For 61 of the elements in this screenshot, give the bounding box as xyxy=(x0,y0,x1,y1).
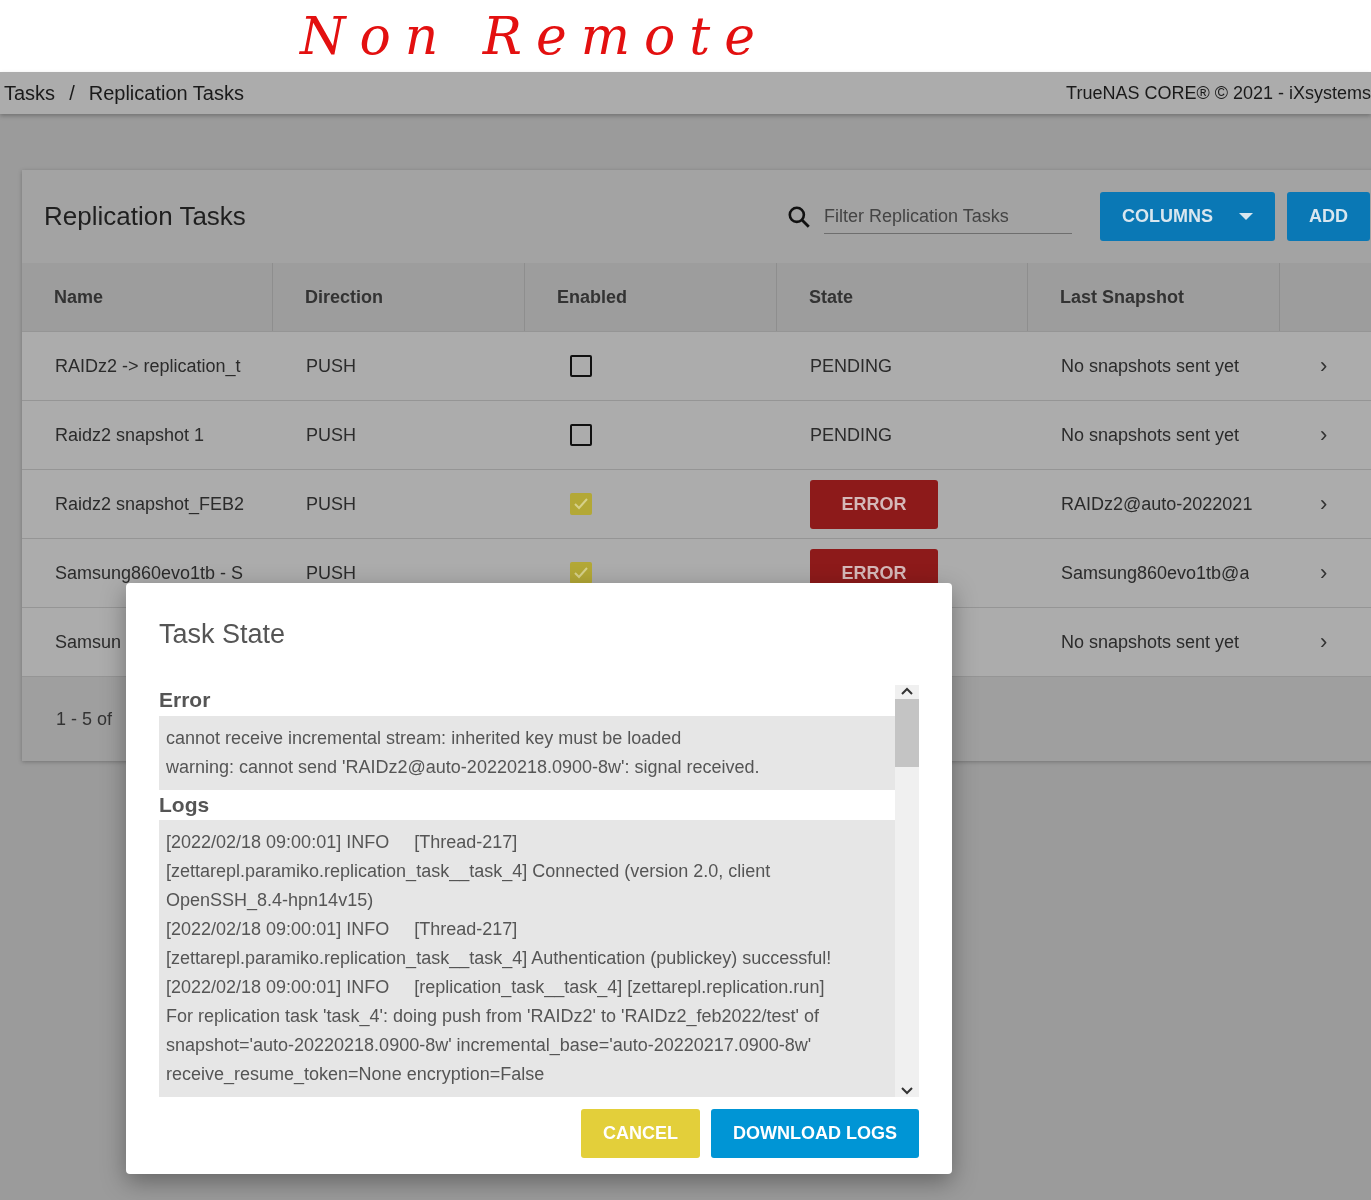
breadcrumb-link[interactable]: Tasks xyxy=(4,81,56,105)
table-cell: RAIDz2 -> replication_t xyxy=(55,355,241,377)
table-row[interactable]: Raidz2 snapshot_FEB2 PUSH ERROR RAIDz2@auto-2022021 › xyxy=(22,469,1371,538)
check-icon xyxy=(574,498,588,510)
log-line: receive_resume_token=None encryption=False xyxy=(166,1063,546,1087)
table-row[interactable]: RAIDz2 -> replication_t PUSH PENDING No snapshots sent yet › xyxy=(22,331,1371,400)
scroll-down-icon[interactable] xyxy=(901,1087,913,1095)
expand-chevron[interactable]: › xyxy=(1280,560,1328,585)
pagination-text: 1 - 5 of xyxy=(56,708,113,730)
expand-chevron[interactable]: › xyxy=(1280,422,1328,447)
columns-button[interactable]: COLUMNS xyxy=(1100,192,1275,241)
download-logs-button[interactable]: DOWNLOAD LOGS xyxy=(711,1109,919,1158)
dropdown-caret-icon xyxy=(1239,212,1253,221)
enabled-checkbox[interactable] xyxy=(570,493,592,515)
card-title: Replication Tasks xyxy=(44,201,247,232)
log-line: snapshot='auto-20220218.0900-8w' incremental_base='auto-20220217.0900-8w' xyxy=(166,1034,813,1058)
enabled-checkbox[interactable] xyxy=(570,355,592,377)
section-heading: Error xyxy=(159,687,212,714)
expand-chevron[interactable]: › xyxy=(1280,629,1328,654)
table-cell: Samsung860evo1tb - S xyxy=(55,562,244,584)
expand-chevron[interactable]: › xyxy=(1280,353,1328,378)
table-cell: PUSH xyxy=(306,355,356,377)
table-cell: PENDING xyxy=(810,424,892,446)
table-cell: No snapshots sent yet xyxy=(1061,631,1240,653)
table-cell: No snapshots sent yet xyxy=(1061,355,1240,377)
expand-chevron[interactable]: › xyxy=(1280,491,1328,516)
table-cell: Samsun xyxy=(55,631,122,653)
log-line: [2022/02/18 09:00:01] INFO [Thread-217] xyxy=(166,831,519,854)
section-heading: Logs xyxy=(159,791,211,818)
error-state-button[interactable]: ERROR xyxy=(810,479,938,529)
table-row[interactable]: Raidz2 snapshot 1 PUSH PENDING No snapshots sent yet › xyxy=(22,400,1371,469)
copyright-text: TrueNAS CORE® © 2021 - iXsystems xyxy=(1066,82,1371,104)
table-cell: PUSH xyxy=(306,562,356,584)
breadcrumb-separator: / xyxy=(69,81,75,105)
error-line: cannot receive incremental stream: inherited key must be loaded xyxy=(166,726,683,750)
table-cell: PUSH xyxy=(306,493,356,515)
log-line: For replication task 'task_4': doing push from 'RAIDz2' to 'RAIDz2_feb2022/test' of xyxy=(166,1005,820,1029)
log-line: [zettarepl.paramiko.replication_task__task_4] Authentication (publickey) successful! xyxy=(166,947,833,971)
scroll-up-icon[interactable] xyxy=(901,687,913,695)
enabled-checkbox[interactable] xyxy=(570,562,592,584)
log-line: OpenSSH_8.4-hpn14v15) xyxy=(166,889,375,913)
log-line: [2022/02/18 09:00:01] INFO [Thread-217] xyxy=(166,918,519,941)
table-cell: PENDING xyxy=(810,355,892,377)
enabled-checkbox[interactable] xyxy=(570,424,592,446)
table-cell: Raidz2 snapshot_FEB2 xyxy=(55,493,245,515)
dialog-title: Task State xyxy=(159,619,287,650)
scrollbar[interactable] xyxy=(895,685,919,1097)
add-button[interactable]: ADD xyxy=(1287,192,1370,241)
search-field[interactable]: Filter Replication Tasks xyxy=(824,199,1072,234)
table-cell: Samsung860evo1tb@a xyxy=(1061,562,1250,584)
log-line: [2022/02/18 09:00:01] INFO [replication_task__task_4] [zettarepl.replication.run] xyxy=(166,976,826,1000)
log-line: [zettarepl.paramiko.replication_task__task_4] Connected (version 2.0, client xyxy=(166,860,772,884)
table-cell: Raidz2 snapshot 1 xyxy=(55,424,205,446)
scroll-thumb[interactable] xyxy=(895,699,919,767)
table-cell: No snapshots sent yet xyxy=(1061,424,1240,446)
table-cell: RAIDz2@auto-2022021 xyxy=(1061,493,1253,515)
handwritten-annotation: Non Remote xyxy=(300,6,770,66)
check-icon xyxy=(574,567,588,579)
table-cell: PUSH xyxy=(306,424,356,446)
breadcrumb-link[interactable]: Replication Tasks xyxy=(88,81,244,105)
error-line: warning: cannot send 'RAIDz2@auto-20220218.0900-8w': signal received. xyxy=(166,755,761,779)
